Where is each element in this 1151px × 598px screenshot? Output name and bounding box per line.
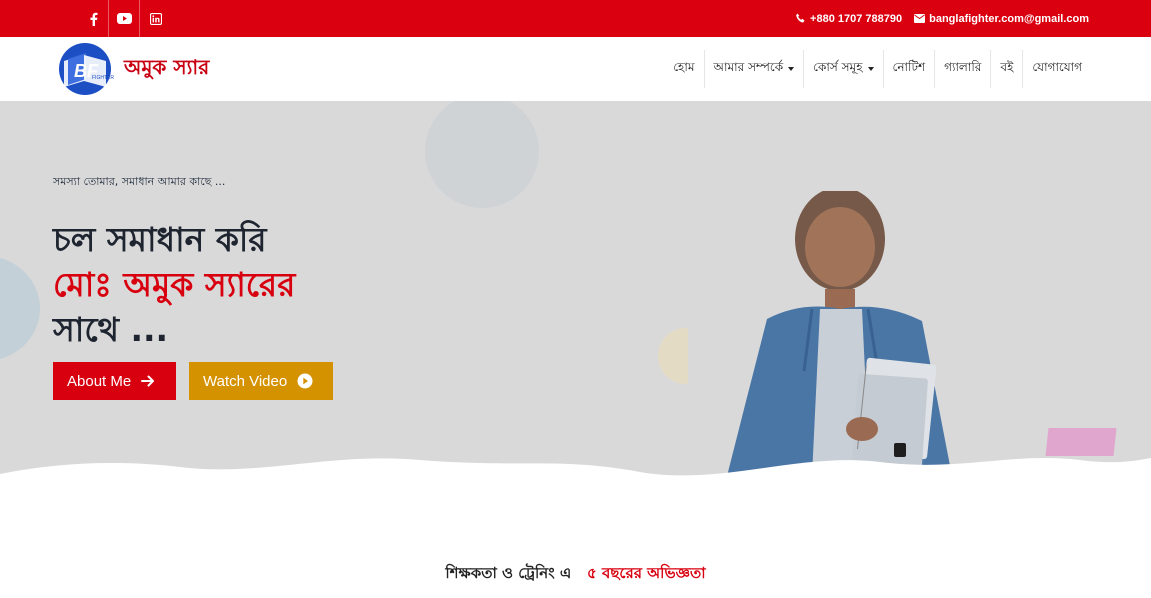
hero-wave-divider [0,458,1151,481]
nav-label: যোগাযোগ [1032,60,1082,74]
decorative-circle [425,101,539,208]
nav-label: কোর্স সমূহ [813,60,863,74]
envelope-icon [914,14,926,23]
top-bar: +880 1707 788790 banglafighter.com@gmail… [0,0,1151,37]
about-me-button[interactable]: About Me [53,362,176,400]
nav-label: বই [1000,60,1014,74]
logo-mark-icon: BF FIGHTER [59,43,114,95]
decorative-circle [0,256,40,361]
logo-text: অমুক স্যার [124,54,210,79]
experience-prefix: শিক্ষকতা ও ট্রেনিং এ [445,564,572,582]
nav-item-gallery[interactable]: গ্যালারি [934,50,990,88]
nav-label: হোম [673,60,695,74]
watch-video-button[interactable]: Watch Video [189,362,333,400]
nav-item-about[interactable]: আমার সম্পর্কে [703,50,804,88]
contact-info: +880 1707 788790 banglafighter.com@gmail… [795,0,1089,37]
phone-number: +880 1707 788790 [810,12,903,25]
nav-label: গ্যালারি [944,60,982,74]
hero-tagline: সমস্যা তোমার, সমাধান আমার কাছে ... [53,175,226,188]
headline-line-2: মোঃ অমুক স্যারের [53,265,296,304]
main-nav: হোম আমার সম্পর্কে কোর্স সমূহ নোটিশ গ্যাল… [664,50,1091,88]
headline-line-1: চল সমাধান করি [53,220,267,259]
email-contact[interactable]: banglafighter.com@gmail.com [914,13,1089,25]
about-me-label: About Me [67,372,132,390]
email-address: banglafighter.com@gmail.com [929,12,1089,25]
nav-item-notice[interactable]: নোটিশ [882,50,935,88]
nav-item-home[interactable]: হোম [664,50,703,88]
phone-contact[interactable]: +880 1707 788790 [795,13,902,25]
site-header: BF FIGHTER অমুক স্যার হোম আমার সম্পর্কে … [0,37,1151,101]
arrow-right-icon [141,375,155,387]
facebook-icon[interactable] [78,0,109,37]
site-logo[interactable]: BF FIGHTER অমুক স্যার [54,41,209,97]
play-icon [297,373,313,389]
experience-heading: শিক্ষকতা ও ট্রেনিং এ ৫ বছরের অভিজ্ঞতা [0,562,1151,587]
nav-label: আমার সম্পর্কে [713,60,784,74]
watch-video-label: Watch Video [203,372,288,390]
linkedin-icon[interactable] [140,0,171,37]
chevron-down-icon [867,67,874,71]
svg-text:FIGHTER: FIGHTER [92,75,114,81]
nav-item-contact[interactable]: যোগাযোগ [1022,50,1091,88]
nav-label: নোটিশ [892,60,926,74]
hero-section: সমস্যা তোমার, সমাধান আমার কাছে ... চল সম… [0,101,1151,481]
phone-icon [796,13,805,23]
headline-line-3: সাথে ... [53,310,169,349]
social-links [78,0,171,37]
nav-item-courses[interactable]: কোর্স সমূহ [803,50,882,88]
youtube-icon[interactable] [109,0,140,37]
chevron-down-icon [788,67,795,71]
hero-headline: চল সমাধান করি মোঃ অমুক স্যারের সাথে ... [53,217,295,352]
nav-item-books[interactable]: বই [990,50,1022,88]
experience-highlight: ৫ বছরের অভিজ্ঞতা [587,564,706,582]
